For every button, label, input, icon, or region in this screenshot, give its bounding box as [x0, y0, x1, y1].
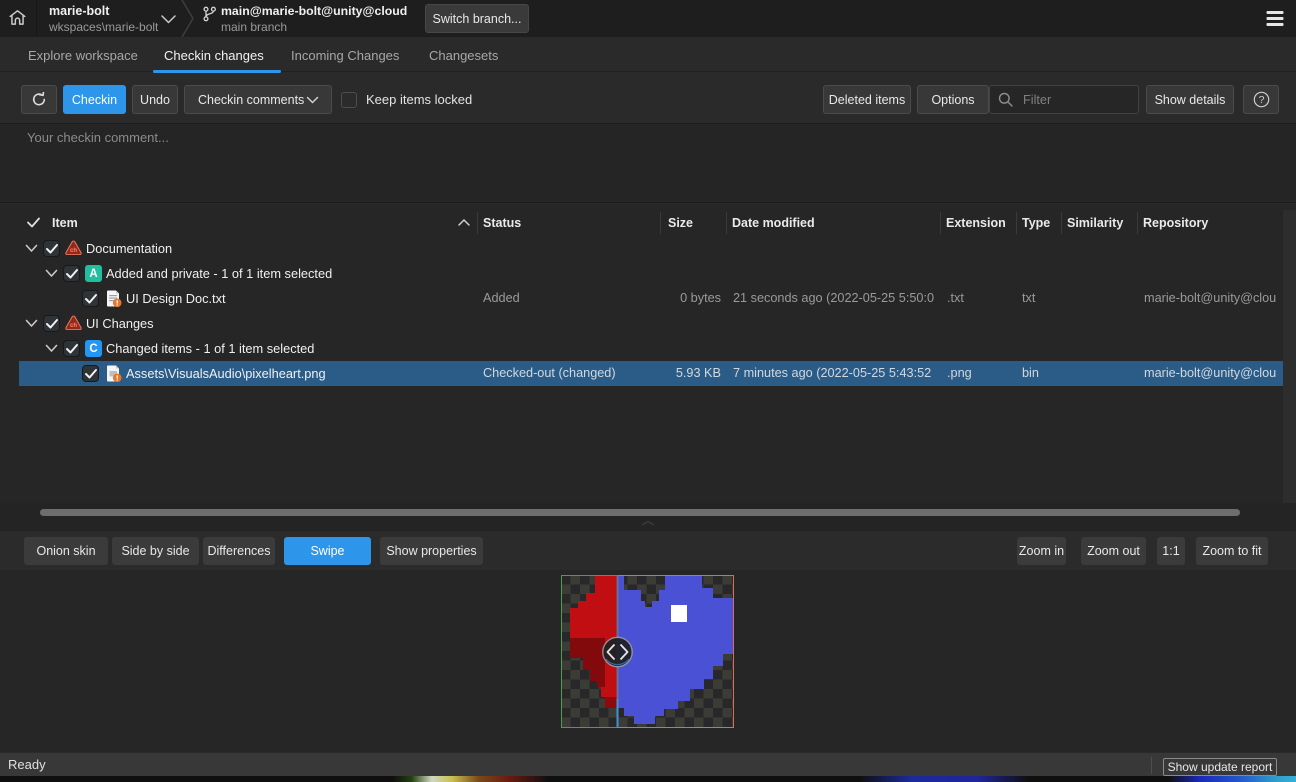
- svg-text:ch: ch: [70, 323, 77, 329]
- svg-text:?: ?: [1258, 94, 1264, 106]
- svg-text:ch: ch: [70, 248, 77, 254]
